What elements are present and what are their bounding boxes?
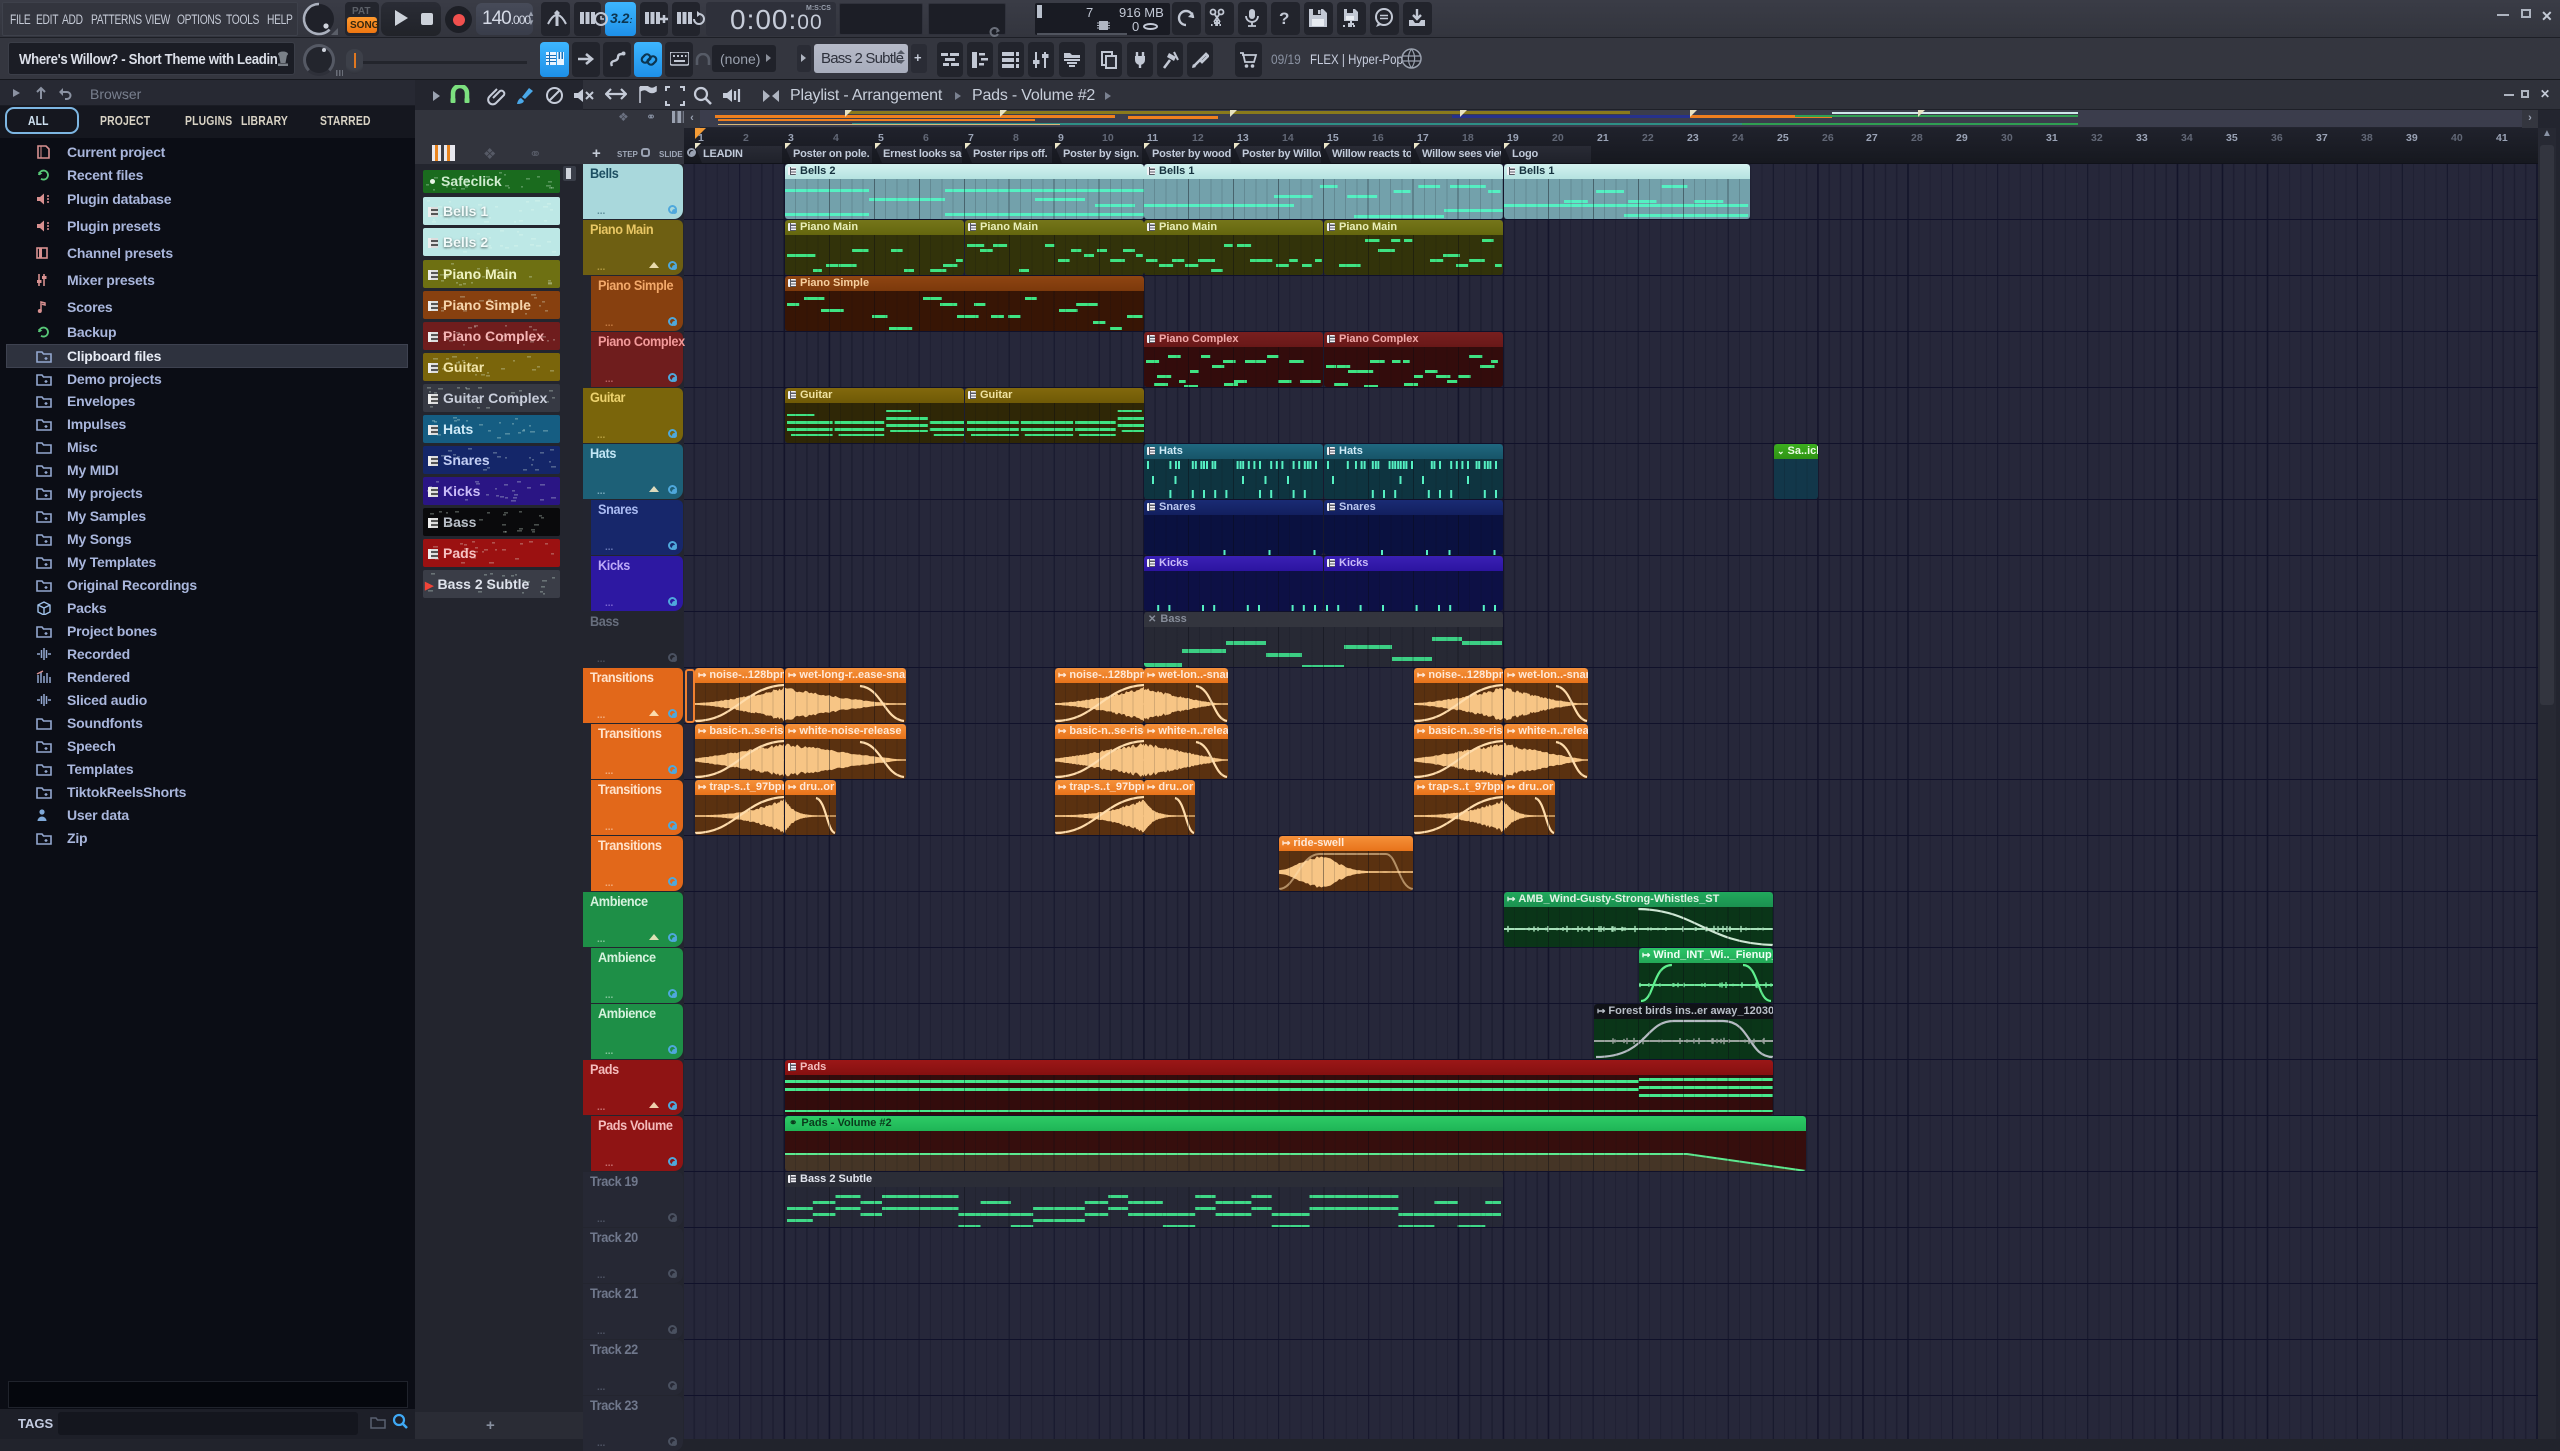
svg-text:?: ? xyxy=(1279,9,1289,28)
